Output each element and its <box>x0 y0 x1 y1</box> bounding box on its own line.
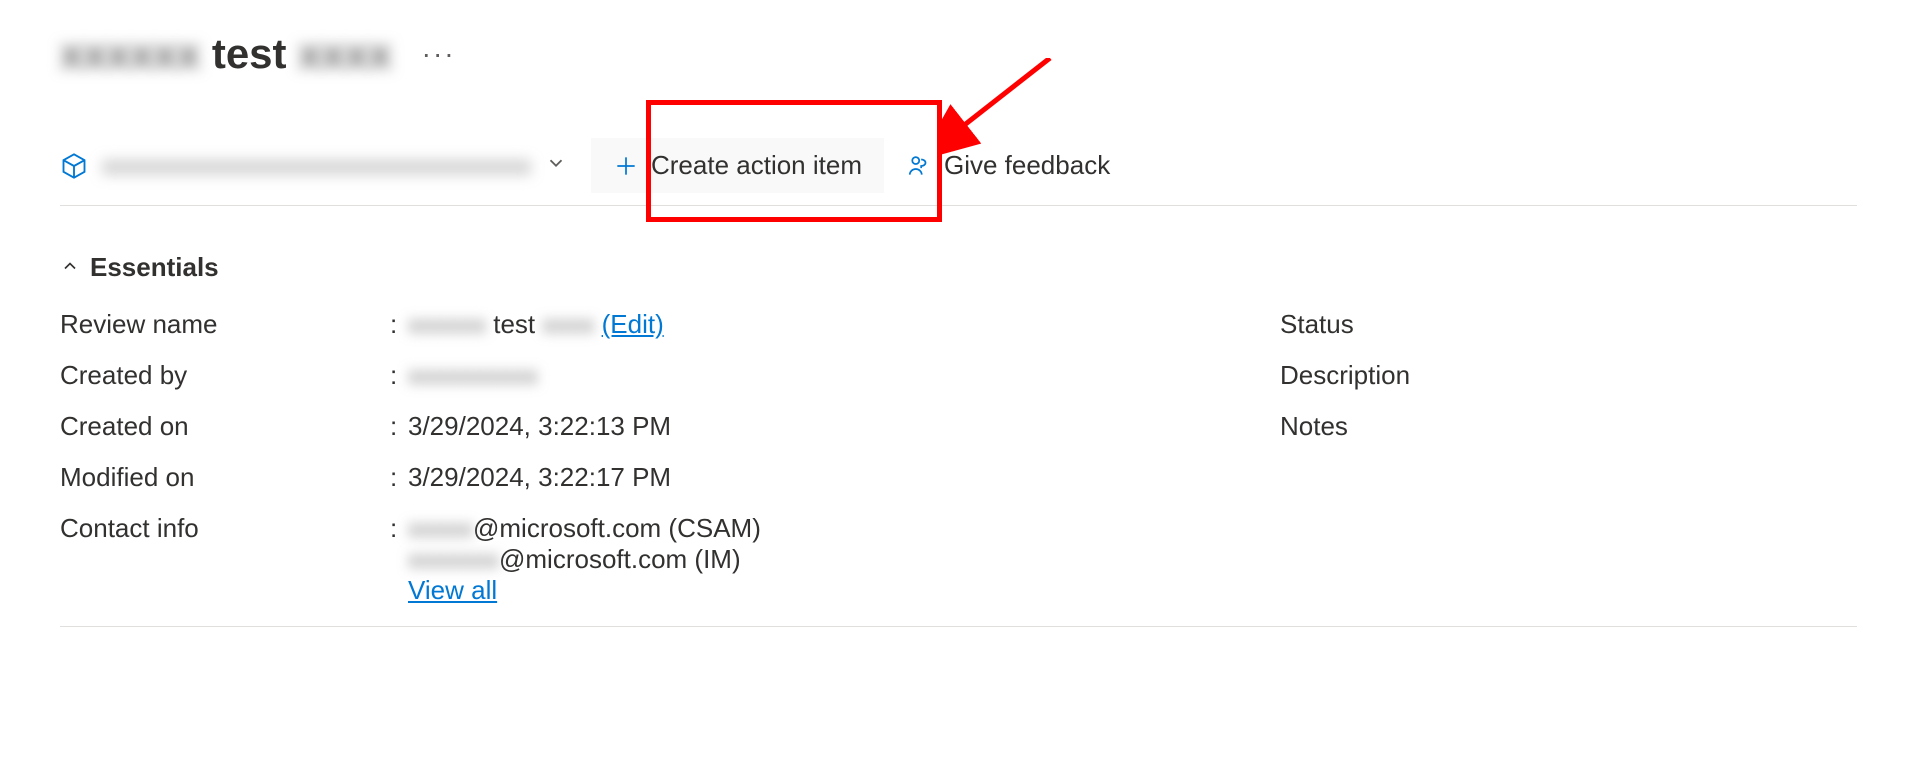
edit-review-name-link[interactable]: (Edit) <box>602 309 664 339</box>
contact1-hidden: xxxxx <box>408 513 473 544</box>
kv-key: Status <box>1280 309 1610 340</box>
kv-created-by: Created by : xxxxxxxxxx <box>60 350 1240 401</box>
feedback-icon <box>906 153 932 179</box>
give-feedback-label: Give feedback <box>944 150 1110 181</box>
title-hidden-suffix: xxxx <box>298 30 391 77</box>
kv-value: xxxxxx test xxxx (Edit) <box>408 309 1240 340</box>
kv-description: Description <box>1280 350 1857 401</box>
review-name-hidden-prefix: xxxxxx <box>408 309 486 340</box>
resource-icon <box>60 152 88 180</box>
created-by-hidden: xxxxxxxxxx <box>408 360 538 391</box>
contact2-suffix: @microsoft.com (IM) <box>499 544 741 574</box>
essentials-header-label: Essentials <box>90 252 219 283</box>
kv-key: Review name <box>60 309 390 340</box>
kv-created-on: Created on : 3/29/2024, 3:22:13 PM <box>60 401 1240 452</box>
chevron-down-icon <box>545 150 567 181</box>
kv-value: xxxxx@microsoft.com (CSAM) xxxxxxx@micro… <box>408 513 1240 606</box>
kv-key: Created by <box>60 360 390 391</box>
kv-key: Description <box>1280 360 1610 391</box>
command-bar: xxxxxxxxxxxxxxxxxxxxxxxxxxxxxxxxx Create… <box>60 138 1857 206</box>
essentials-toggle[interactable]: Essentials <box>60 246 1857 299</box>
plus-icon <box>613 153 639 179</box>
kv-key: Created on <box>60 411 390 442</box>
view-all-contacts-link[interactable]: View all <box>408 575 497 605</box>
page-title: xxxxxx test xxxx <box>60 30 392 78</box>
title-visible: test <box>212 30 287 77</box>
section-divider <box>60 626 1857 627</box>
kv-value: 3/29/2024, 3:22:17 PM <box>408 462 1240 493</box>
essentials-section: Essentials Review name : xxxxxx test xxx… <box>60 246 1857 627</box>
create-action-item-label: Create action item <box>651 150 862 181</box>
essentials-right-column: Status Description Notes <box>1280 299 1857 616</box>
kv-value: xxxxxxxxxx <box>408 360 1240 391</box>
create-action-item-button[interactable]: Create action item <box>591 138 884 193</box>
kv-key: Modified on <box>60 462 390 493</box>
kv-key: Contact info <box>60 513 390 544</box>
contact2-hidden: xxxxxxx <box>408 544 499 575</box>
review-name-hidden-suffix: xxxx <box>542 309 594 340</box>
kv-value: 3/29/2024, 3:22:13 PM <box>408 411 1240 442</box>
resource-scope-dropdown[interactable]: xxxxxxxxxxxxxxxxxxxxxxxxxxxxxxxxx <box>60 144 567 187</box>
give-feedback-button[interactable]: Give feedback <box>884 138 1132 193</box>
more-actions-button[interactable]: ··· <box>412 38 466 70</box>
kv-review-name: Review name : xxxxxx test xxxx (Edit) <box>60 299 1240 350</box>
kv-key: Notes <box>1280 411 1610 442</box>
contact1-suffix: @microsoft.com (CSAM) <box>473 513 761 543</box>
review-name-visible: test <box>493 309 535 339</box>
kv-status: Status <box>1280 299 1857 350</box>
kv-modified-on: Modified on : 3/29/2024, 3:22:17 PM <box>60 452 1240 503</box>
page-title-row: xxxxxx test xxxx ··· <box>60 30 1857 78</box>
resource-scope-label: xxxxxxxxxxxxxxxxxxxxxxxxxxxxxxxxx <box>102 150 531 181</box>
chevron-up-icon <box>60 252 80 283</box>
kv-notes: Notes <box>1280 401 1857 452</box>
kv-contact-info: Contact info : xxxxx@microsoft.com (CSAM… <box>60 503 1240 616</box>
essentials-left-column: Review name : xxxxxx test xxxx (Edit) Cr… <box>60 299 1240 616</box>
title-hidden-prefix: xxxxxx <box>60 30 200 77</box>
